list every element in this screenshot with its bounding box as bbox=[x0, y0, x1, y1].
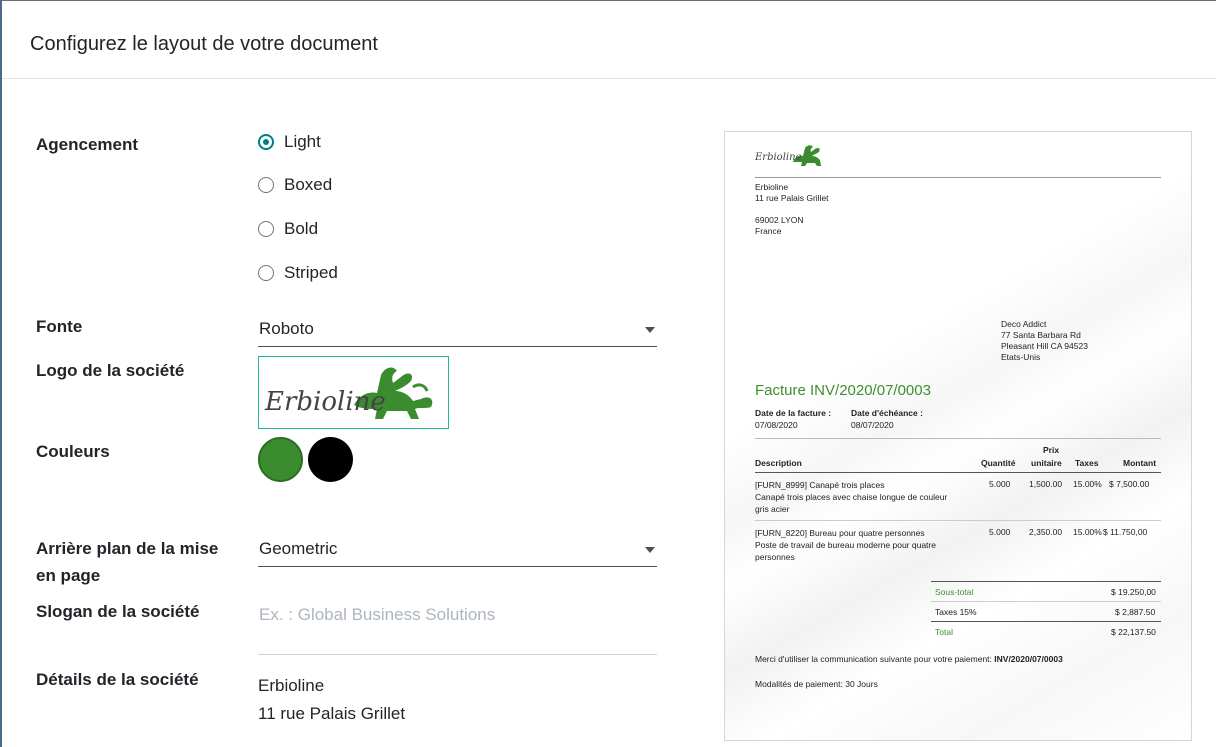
chevron-down-icon bbox=[645, 547, 655, 553]
tax-value: $ 2,887.50 bbox=[1115, 607, 1156, 617]
preview-logo-text: Erbioline bbox=[755, 152, 802, 163]
table-row: [FURN_8999] Canapé trois places Canapé t… bbox=[755, 479, 947, 515]
customer-line: Deco Addict bbox=[1001, 319, 1047, 329]
primary-color-swatch[interactable] bbox=[258, 437, 303, 482]
logo-label: Logo de la société bbox=[36, 361, 185, 380]
customer-line: Etats-Unis bbox=[1001, 352, 1041, 362]
row-desc: personnes bbox=[755, 552, 795, 562]
totals-top-rule bbox=[931, 581, 1161, 582]
payment-comm-prefix: Merci d'utiliser la communication suivan… bbox=[755, 654, 992, 664]
company-line: 69002 LYON bbox=[755, 215, 804, 225]
agencement-label: Agencement bbox=[36, 135, 139, 154]
col-taxes: Taxes bbox=[1075, 458, 1099, 468]
preview-date-label: Date de la facture : bbox=[755, 408, 832, 418]
slogan-placeholder: Ex. : Global Business Solutions bbox=[259, 605, 496, 624]
row-desc: [FURN_8220] Bureau pour quatre personnes bbox=[755, 528, 925, 538]
radio-light-dot[interactable] bbox=[258, 134, 274, 150]
radio-bold-dot[interactable] bbox=[258, 221, 274, 237]
radio-striped-dot[interactable] bbox=[258, 265, 274, 281]
preview-customer-address: Deco Addict 77 Santa Barbara Rd Pleasant… bbox=[1001, 319, 1088, 363]
row-price: 2,350.00 bbox=[1029, 527, 1063, 537]
chevron-down-icon bbox=[645, 327, 655, 333]
row-desc: Canapé trois places avec chaise longue d… bbox=[755, 492, 948, 502]
subtotal-label: Sous-total bbox=[935, 587, 974, 597]
payment-terms: Modalités de paiement: 30 Jours bbox=[755, 679, 878, 689]
totals-rule bbox=[931, 601, 1161, 602]
radio-boxed-dot[interactable] bbox=[258, 177, 274, 193]
row-qty: 5.000 bbox=[989, 527, 1011, 537]
row-desc: Poste de travail de bureau moderne pour … bbox=[755, 540, 936, 550]
table-header-rule bbox=[755, 472, 1161, 473]
row-tax: 15.00% bbox=[1073, 527, 1102, 537]
secondary-color-swatch[interactable] bbox=[308, 437, 353, 482]
dialog-header: Configurez le layout de votre document bbox=[2, 1, 1216, 79]
radio-boxed-label: Boxed bbox=[284, 175, 333, 194]
customer-line: Pleasant Hill CA 94523 bbox=[1001, 341, 1088, 351]
radio-striped-label: Striped bbox=[284, 263, 338, 282]
table-row: [FURN_8220] Bureau pour quatre personnes… bbox=[755, 527, 936, 563]
radio-bold[interactable]: Bold bbox=[258, 219, 318, 239]
background-label: Arrière plan de la mise en page bbox=[36, 535, 218, 589]
payment-comm-ref: INV/2020/07/0003 bbox=[994, 654, 1063, 664]
radio-light-label: Light bbox=[284, 132, 321, 151]
row-price: 1,500.00 bbox=[1029, 479, 1063, 489]
fonte-label: Fonte bbox=[36, 317, 83, 336]
document-preview: Erbioline Erbioline 11 rue Palais Grille… bbox=[724, 131, 1192, 741]
preview-table-top-rule bbox=[755, 438, 1161, 439]
totals-rule bbox=[931, 621, 1161, 622]
customer-line: 77 Santa Barbara Rd bbox=[1001, 330, 1081, 340]
font-select[interactable]: Roboto bbox=[258, 313, 657, 347]
table-row-rule bbox=[755, 520, 1161, 521]
couleurs-label: Couleurs bbox=[36, 442, 110, 461]
details-line-2: 11 rue Palais Grillet bbox=[258, 704, 406, 723]
row-amount: $ 7,500.00 bbox=[1109, 479, 1150, 489]
company-line: 11 rue Palais Grillet bbox=[755, 193, 829, 203]
background-select[interactable]: Geometric bbox=[258, 533, 657, 567]
slogan-input[interactable]: Ex. : Global Business Solutions bbox=[258, 597, 657, 655]
layout-config-dialog: Configurez le layout de votre document A… bbox=[0, 0, 1216, 747]
col-description: Description bbox=[755, 458, 802, 468]
radio-bold-label: Bold bbox=[284, 219, 319, 238]
preview-due-label: Date d'échéance : bbox=[851, 408, 923, 418]
preview-invoice-title: Facture INV/2020/07/0003 bbox=[755, 382, 931, 399]
company-line: Erbioline bbox=[755, 182, 789, 192]
row-tax: 15.00% bbox=[1073, 479, 1102, 489]
radio-striped[interactable]: Striped bbox=[258, 263, 338, 283]
font-select-value: Roboto bbox=[259, 319, 314, 338]
company-details-input[interactable]: Erbioline 11 rue Palais Grillet bbox=[258, 672, 405, 728]
preview-due-value: 08/07/2020 bbox=[851, 420, 894, 430]
background-select-value: Geometric bbox=[259, 539, 338, 558]
background-label-line1: Arrière plan de la mise bbox=[36, 539, 219, 558]
preview-company-address: Erbioline 11 rue Palais Grillet 69002 LY… bbox=[755, 182, 829, 237]
row-desc: gris acier bbox=[755, 504, 790, 514]
details-line-1: Erbioline bbox=[258, 676, 325, 695]
background-label-line2: en page bbox=[36, 566, 101, 585]
payment-communication: Merci d'utiliser la communication suivan… bbox=[755, 654, 1063, 664]
radio-light[interactable]: Light bbox=[258, 132, 321, 152]
row-desc: [FURN_8999] Canapé trois places bbox=[755, 480, 885, 490]
col-price-top: Prix bbox=[1043, 445, 1060, 455]
preview-date-value: 07/08/2020 bbox=[755, 420, 798, 430]
total-label: Total bbox=[935, 627, 953, 637]
details-label: Détails de la société bbox=[36, 670, 199, 689]
total-value: $ 22,137.50 bbox=[1111, 627, 1156, 637]
company-line: France bbox=[755, 226, 782, 236]
col-quantity: Quantité bbox=[981, 458, 1016, 468]
slogan-label: Slogan de la société bbox=[36, 602, 200, 621]
subtotal-value: $ 19.250,00 bbox=[1111, 587, 1156, 597]
col-amount: Montant bbox=[1123, 458, 1157, 468]
radio-boxed[interactable]: Boxed bbox=[258, 175, 332, 195]
col-price-bottom: unitaire bbox=[1031, 458, 1062, 468]
preview-header-rule bbox=[755, 177, 1161, 178]
row-amount: $ 11.750,00 bbox=[1103, 527, 1148, 537]
company-logo-upload[interactable]: Erbioline bbox=[258, 356, 449, 429]
logo-text: Erbioline bbox=[265, 387, 386, 417]
dialog-title: Configurez le layout de votre document bbox=[30, 33, 378, 55]
row-qty: 5.000 bbox=[989, 479, 1011, 489]
preview-logo: Erbioline bbox=[755, 142, 825, 168]
tax-label: Taxes 15% bbox=[935, 607, 977, 617]
